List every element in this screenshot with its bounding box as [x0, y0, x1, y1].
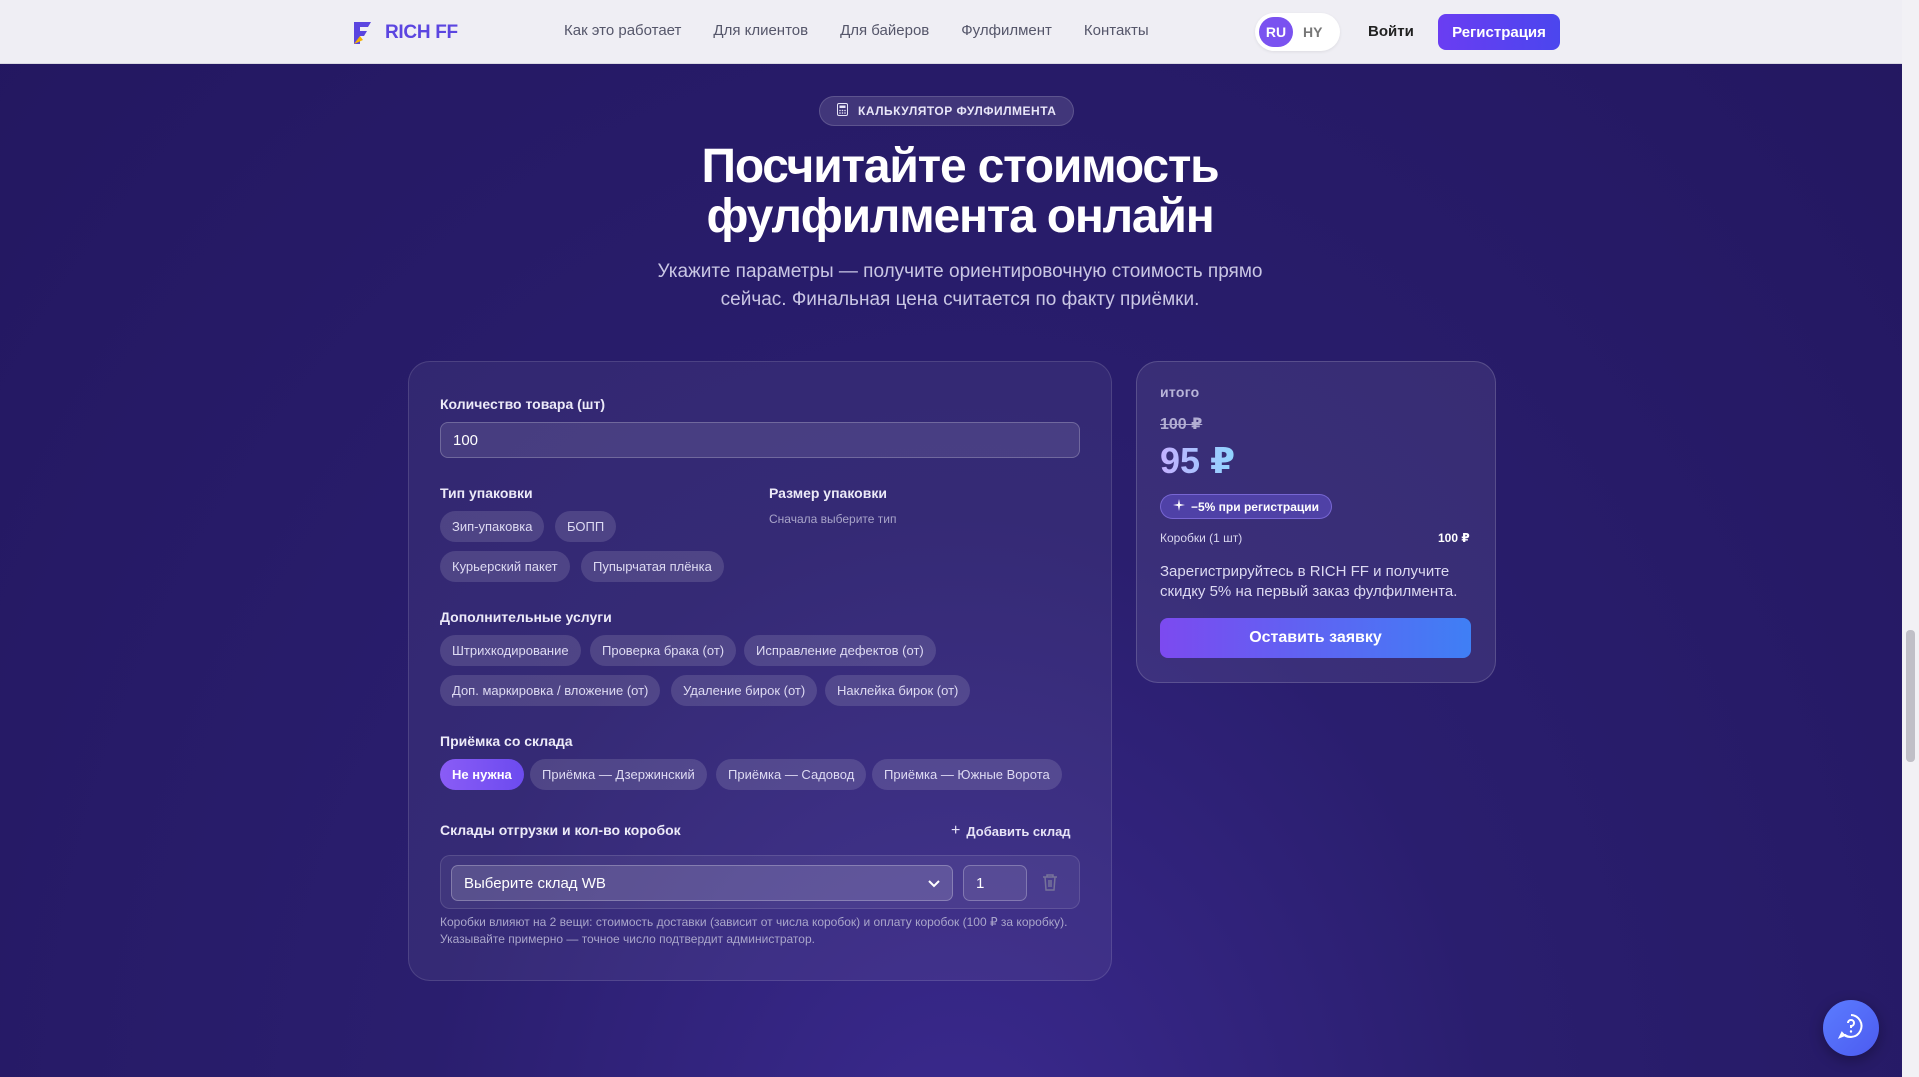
help-icon [1837, 1012, 1865, 1045]
pack-type-bopp[interactable]: БОПП [555, 511, 617, 542]
page-title: Посчитайте стоимость фулфилмента онлайн [560, 142, 1360, 242]
quantity-input[interactable]: 100 [440, 422, 1080, 458]
nav-contacts[interactable]: Контакты [1084, 22, 1149, 39]
extra-defect-check[interactable]: Проверка брака (от) [590, 635, 737, 666]
add-warehouse-label: Добавить склад [966, 823, 1071, 839]
discount-badge: −5% при регистрации [1160, 494, 1333, 519]
plus-icon: + [951, 822, 961, 839]
pickup-dzerzhinsky[interactable]: Приёмка — Дзержинский [530, 759, 707, 790]
pack-type-courier[interactable]: Курьерский пакет [440, 551, 570, 582]
submit-request-button[interactable]: Оставить заявку [1160, 618, 1471, 658]
main-nav: Как это работает Для клиентов Для байеро… [564, 22, 1149, 39]
calculator-tag: КАЛЬКУЛЯТОР ФУЛФИЛМЕНТА [819, 96, 1075, 126]
extra-barcoding[interactable]: Штрихкодирование [440, 635, 581, 666]
pickup-sadovod[interactable]: Приёмка — Садовод [716, 759, 867, 790]
nav-for-clients[interactable]: Для клиентов [713, 22, 808, 39]
pickup-south-gate[interactable]: Приёмка — Южные Ворота [872, 759, 1062, 790]
scrollbar-thumb[interactable] [1906, 630, 1915, 762]
quantity-label: Количество товара (шт) [440, 396, 605, 412]
extra-tag-sticking[interactable]: Наклейка бирок (от) [825, 675, 971, 706]
sparkle-icon [1173, 499, 1185, 514]
lang-ru[interactable]: RU [1259, 17, 1293, 47]
chevron-down-icon [928, 875, 940, 892]
page-subtitle-line-1: Укажите параметры — получите ориентирово… [657, 261, 1263, 282]
total-price: 95 ₽ [1160, 440, 1236, 481]
pickup-none[interactable]: Не нужна [440, 759, 524, 790]
logo[interactable]: RICH FF [351, 20, 458, 46]
logo-icon [351, 20, 377, 46]
nav-how-it-works[interactable]: Как это работает [564, 22, 681, 39]
warehouse-row: Выберите склад WB 1 [440, 855, 1080, 909]
pack-size-label: Размер упаковки [769, 485, 887, 501]
help-button[interactable] [1823, 1000, 1879, 1056]
warehouse-select-value: Выберите склад WB [464, 874, 606, 892]
pack-type-label: Тип упаковки [440, 485, 533, 501]
lang-hy[interactable]: HY [1299, 24, 1322, 40]
promo-text: Зарегистрируйтесь в RICH FF и получите с… [1160, 563, 1458, 600]
trash-icon[interactable] [1041, 872, 1063, 894]
calculator-icon [837, 103, 848, 119]
nav-fulfillment[interactable]: Фулфилмент [961, 22, 1052, 39]
page-subtitle-line-2: сейчас. Финальная цена считается по факт… [720, 289, 1200, 310]
pack-size-hint: Сначала выберите тип [769, 512, 897, 526]
boxes-line-label: Коробки (1 шт) [1160, 531, 1243, 545]
signup-button[interactable]: Регистрация [1438, 14, 1560, 50]
top-navigation-bar: RICH FF Как это работает Для клиентов Дл… [0, 0, 1902, 64]
page-title-line-2: фулфилмента онлайн [706, 190, 1214, 243]
warehouses-label: Склады отгрузки и кол-во коробок [440, 822, 681, 838]
boxes-note: Коробки влияют на 2 вещи: стоимость дост… [440, 915, 1068, 946]
pack-type-zip[interactable]: Зип-упаковка [440, 511, 545, 542]
boxes-line-price: 100 ₽ [1438, 531, 1470, 545]
page-title-line-1: Посчитайте стоимость [701, 140, 1220, 193]
extras-label: Дополнительные услуги [440, 609, 612, 625]
login-link[interactable]: Войти [1368, 23, 1414, 40]
brand-name: RICH FF [385, 22, 458, 43]
pickup-label: Приёмка со склада [440, 733, 573, 749]
page-subtitle: Укажите параметры — получите ориентирово… [620, 258, 1300, 314]
extra-tag-removal[interactable]: Удаление бирок (от) [671, 675, 818, 706]
summary-label: итого [1160, 384, 1200, 400]
pack-type-bubble[interactable]: Пупырчатая плёнка [581, 551, 724, 582]
extra-marking[interactable]: Доп. маркировка / вложение (от) [440, 675, 661, 706]
warehouse-select[interactable]: Выберите склад WB [451, 865, 953, 901]
boxes-count-input[interactable]: 1 [963, 865, 1027, 901]
calculator-tag-label: КАЛЬКУЛЯТОР ФУЛФИЛМЕНТА [858, 104, 1057, 118]
add-warehouse-button[interactable]: + Добавить склад [951, 822, 1071, 840]
scrollbar-track[interactable] [1902, 0, 1919, 1077]
old-price: 100 ₽ [1160, 416, 1203, 433]
extra-defect-fix[interactable]: Исправление дефектов (от) [744, 635, 936, 666]
language-switcher: RU HY [1255, 13, 1340, 51]
discount-text: −5% при регистрации [1191, 499, 1320, 514]
nav-for-buyers[interactable]: Для байеров [840, 22, 929, 39]
